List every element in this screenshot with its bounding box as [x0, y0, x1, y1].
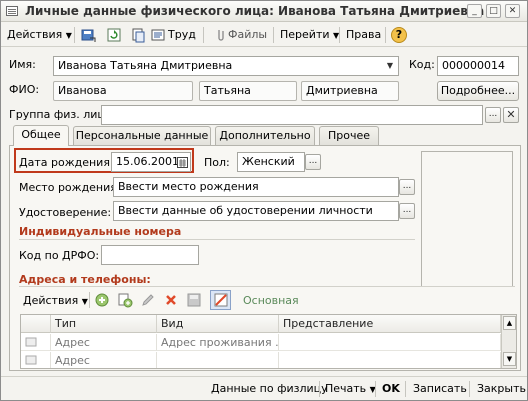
table-cell-type[interactable]: Адрес — [51, 334, 157, 351]
main-label[interactable]: Основная — [243, 294, 299, 307]
form-icon — [6, 6, 18, 16]
tab-personal-data[interactable]: Персональные данные — [73, 126, 211, 145]
address-row-icon — [25, 337, 37, 347]
group-select-button[interactable]: ... — [485, 107, 501, 123]
fio-label: ФИО: — [9, 83, 40, 96]
goto-menu[interactable]: Перейти ▼ — [280, 27, 339, 43]
table-scrollbar[interactable]: ▲ ▼ — [501, 315, 516, 368]
last-name-field[interactable]: Иванова — [53, 81, 193, 101]
copy-doc-icon[interactable] — [130, 27, 146, 43]
table-cell-kind[interactable]: Адрес проживания ... — [157, 334, 279, 351]
group-clear-button[interactable]: ✕ — [503, 107, 519, 123]
minimize-button[interactable]: _ — [467, 4, 482, 18]
paperclip-icon[interactable] — [212, 27, 228, 43]
name-field[interactable]: Иванова Татьяна Дмитриевна ▼ — [53, 56, 399, 76]
birth-date-label: Дата рождения: — [19, 156, 114, 169]
gender-field[interactable]: Женский — [237, 152, 305, 172]
delete-icon[interactable] — [163, 292, 179, 308]
rights-button[interactable]: Права — [346, 27, 381, 43]
details-button[interactable]: Подробнее... — [437, 81, 519, 101]
actions-menu[interactable]: Действия ▼ — [7, 27, 72, 43]
column-header-kind[interactable]: Вид — [157, 315, 279, 333]
id-doc-field[interactable]: Ввести данные об удостоверении личности — [113, 201, 399, 221]
calendar-icon[interactable] — [177, 156, 188, 168]
bottom-bar: Данные по физлицу Печать ▼ OK Записать З… — [1, 376, 527, 400]
gender-select-button[interactable]: ... — [305, 154, 321, 170]
gender-label: Пол: — [204, 156, 230, 169]
table-cell-presentation[interactable] — [279, 352, 501, 368]
id-doc-select-button[interactable]: ... — [399, 203, 415, 219]
middle-name-field[interactable]: Дмитриевна — [301, 81, 399, 101]
labor-icon[interactable] — [150, 27, 166, 43]
birth-date-field[interactable]: 15.06.2001 — [111, 152, 191, 172]
group-field[interactable] — [101, 105, 483, 125]
id-doc-label: Удостоверение: — [19, 206, 112, 219]
first-name-field[interactable]: Татьяна — [199, 81, 297, 101]
ok-button[interactable]: OK — [382, 381, 400, 397]
table-cell-kind[interactable] — [157, 352, 279, 368]
main-address-icon — [214, 293, 228, 307]
table-cell-presentation[interactable] — [279, 334, 501, 351]
person-data-button[interactable]: Данные по физлицу — [211, 381, 328, 397]
files-button[interactable]: Файлы — [228, 27, 267, 43]
tab-additional[interactable]: Дополнительно — [215, 126, 315, 145]
birth-place-label: Место рождения: — [19, 181, 121, 194]
save-icon[interactable] — [186, 292, 202, 308]
address-row-icon — [25, 355, 37, 365]
row-icon — [21, 334, 51, 351]
contacts-section-title: Адреса и телефоны: — [19, 273, 151, 286]
table-corner — [21, 315, 51, 333]
tab-general[interactable]: Общее — [13, 125, 69, 146]
edit-icon[interactable] — [140, 292, 156, 308]
code-field[interactable]: 000000014 — [437, 56, 519, 76]
table-cell-type[interactable]: Адрес — [51, 352, 157, 368]
drfo-label: Код по ДРФО: — [19, 249, 100, 262]
drfo-field[interactable] — [101, 245, 199, 265]
print-menu[interactable]: Печать ▼ — [325, 381, 376, 397]
maximize-button[interactable]: □ — [486, 4, 501, 18]
save-close-icon[interactable] — [80, 27, 96, 43]
numbers-divider — [19, 239, 415, 240]
column-header-type[interactable]: Тип — [51, 315, 157, 333]
refresh-icon[interactable] — [106, 27, 122, 43]
contacts-table: Тип Вид Представление ▲ ▼ Адрес Адрес пр… — [20, 314, 517, 369]
contacts-actions-menu[interactable]: Действия ▼ — [23, 294, 88, 307]
row-icon — [21, 352, 51, 368]
scroll-up-icon[interactable]: ▲ — [503, 316, 516, 330]
chevron-down-icon[interactable]: ▼ — [383, 58, 397, 74]
person-window: Личные данные физического лица: Иванова … — [0, 0, 528, 401]
title-bar: Личные данные физического лица: Иванова … — [1, 1, 527, 22]
name-label: Имя: — [9, 58, 36, 71]
close-form-button[interactable]: Закрыть — [477, 381, 526, 397]
column-header-presentation[interactable]: Представление — [279, 315, 501, 333]
photo-frame[interactable] — [421, 151, 513, 287]
set-main-button[interactable] — [210, 290, 231, 310]
add-icon[interactable] — [94, 292, 110, 308]
birth-place-select-button[interactable]: ... — [399, 179, 415, 195]
help-icon[interactable]: ? — [391, 27, 407, 43]
save-button[interactable]: Записать — [413, 381, 467, 397]
group-label: Группа физ. лиц: — [9, 108, 109, 121]
copy-icon[interactable] — [117, 292, 133, 308]
main-toolbar: Действия ▼ Труд Файлы Перейти ▼ Права ? — [1, 23, 527, 47]
tab-other[interactable]: Прочее — [319, 126, 379, 145]
code-label: Код: — [409, 58, 435, 71]
close-button[interactable]: ✕ — [505, 4, 520, 18]
birth-place-field[interactable]: Ввести место рождения — [113, 177, 399, 197]
scroll-down-icon[interactable]: ▼ — [503, 352, 516, 366]
window-title: Личные данные физического лица: Иванова … — [25, 4, 485, 18]
labor-button[interactable]: Труд — [168, 27, 196, 43]
numbers-section-title: Индивидуальные номера — [19, 225, 182, 238]
contacts-divider — [19, 286, 515, 287]
